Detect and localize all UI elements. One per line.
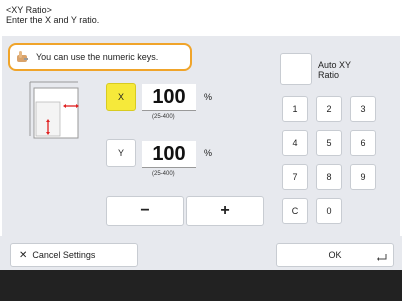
cancel-settings-label: Cancel Settings — [32, 250, 96, 260]
key-7[interactable]: 7 — [282, 164, 308, 190]
x-ratio-value[interactable]: 100 — [142, 84, 196, 111]
cancel-settings-button[interactable]: ✕ Cancel Settings — [10, 243, 138, 267]
ok-button[interactable]: OK — [276, 243, 394, 267]
key-9[interactable]: 9 — [350, 164, 376, 190]
plus-icon: + — [220, 202, 230, 219]
auto-xy-ratio-label: Auto XY Ratio — [318, 60, 352, 80]
increase-button[interactable]: + — [186, 196, 264, 226]
bottom-status-bar — [0, 270, 402, 301]
screen-instruction: Enter the X and Y ratio. — [6, 15, 100, 25]
xy-ratio-diagram-icon — [29, 81, 79, 139]
key-0[interactable]: 0 — [316, 198, 342, 224]
auto-xy-ratio-button[interactable] — [280, 53, 312, 85]
x-ratio-range: (25-400) — [152, 114, 175, 120]
y-ratio-value[interactable]: 100 — [142, 141, 196, 168]
y-ratio-label: Y — [117, 148, 124, 158]
minus-icon: − — [140, 202, 150, 219]
numeric-keys-hint: You can use the numeric keys. — [8, 43, 192, 71]
y-ratio-button[interactable]: Y — [106, 139, 136, 167]
hint-text: You can use the numeric keys. — [36, 52, 159, 62]
key-1[interactable]: 1 — [282, 96, 308, 122]
screen-header: <XY Ratio> Enter the X and Y ratio. — [6, 5, 99, 25]
enter-arrow-icon — [377, 254, 387, 261]
y-ratio-unit: % — [204, 148, 213, 158]
key-6[interactable]: 6 — [350, 130, 376, 156]
key-2[interactable]: 2 — [316, 96, 342, 122]
key-8[interactable]: 8 — [316, 164, 342, 190]
x-ratio-button[interactable]: X — [106, 83, 136, 111]
close-icon: ✕ — [19, 249, 28, 261]
y-ratio-range: (25-400) — [152, 171, 175, 177]
decrease-button[interactable]: − — [106, 196, 184, 226]
key-5[interactable]: 5 — [316, 130, 342, 156]
key-3[interactable]: 3 — [350, 96, 376, 122]
ok-label: OK — [328, 250, 342, 260]
screen-title: <XY Ratio> — [6, 5, 52, 15]
x-ratio-label: X — [117, 92, 124, 102]
key-clear[interactable]: C — [282, 198, 308, 224]
x-ratio-unit: % — [204, 92, 213, 102]
key-4[interactable]: 4 — [282, 130, 308, 156]
pointing-hand-icon — [17, 51, 28, 62]
